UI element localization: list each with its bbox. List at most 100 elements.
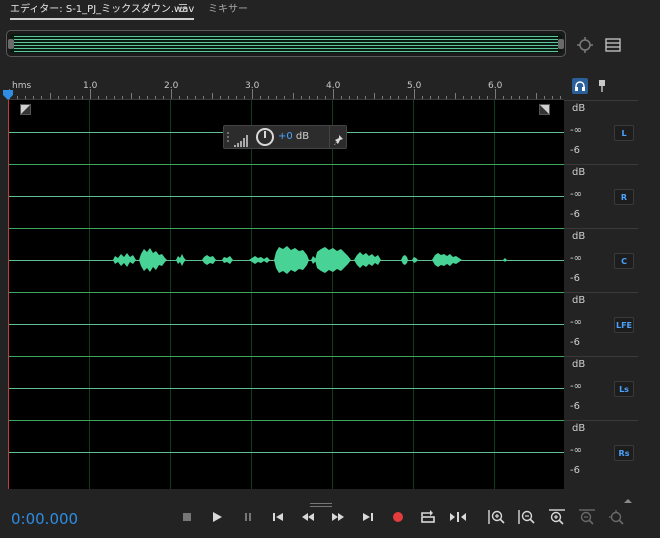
db-minus6-label: -6 xyxy=(570,465,580,476)
ruler-tick xyxy=(373,93,375,99)
ruler-tick xyxy=(235,96,237,99)
channel-divider xyxy=(8,164,564,165)
panel-menu-icon[interactable]: ☰ xyxy=(178,1,188,19)
playhead-marker-icon[interactable] xyxy=(2,86,14,100)
channel-Ls: dB -∞ -6 Ls xyxy=(564,356,638,420)
overview-channel-line xyxy=(14,39,558,40)
ruler-tick xyxy=(195,96,197,99)
volume-knob[interactable] xyxy=(256,128,274,146)
channel-R: dB -∞ -6 R xyxy=(564,164,638,228)
grid-line xyxy=(332,100,333,489)
db-label: dB xyxy=(572,359,586,370)
hud-grip-icon[interactable] xyxy=(226,130,230,146)
audio-editor: エディター: S-1_PJ_ミックスダウン.wav ☰ ミキサー hms 1.0… xyxy=(0,0,660,538)
ruler-tick xyxy=(49,93,51,99)
zoom-in-amplitude-icon[interactable] xyxy=(487,507,507,527)
db-label: dB xyxy=(572,167,586,178)
zoom-selection-icon[interactable] xyxy=(607,507,627,527)
ruler-tick xyxy=(535,93,537,99)
channel-toggle-R[interactable]: R xyxy=(614,189,634,205)
vertical-scroll-arrow-icon[interactable] xyxy=(618,490,638,503)
go-to-end-button[interactable] xyxy=(358,507,378,527)
record-button[interactable] xyxy=(388,507,408,527)
tab-mixer[interactable]: ミキサー xyxy=(208,2,248,20)
pin-icon[interactable] xyxy=(334,131,344,145)
channel-divider xyxy=(8,356,564,357)
db-inf-label: -∞ xyxy=(570,317,582,328)
stop-button[interactable] xyxy=(177,507,197,527)
ruler-tick xyxy=(106,96,108,99)
ruler-tick xyxy=(122,96,124,99)
level-bars-icon xyxy=(234,132,250,147)
rewind-button[interactable] xyxy=(298,507,318,527)
list-view-icon[interactable] xyxy=(604,36,622,54)
hud-divider xyxy=(329,126,330,148)
channel-toggle-C[interactable]: C xyxy=(614,253,634,269)
ruler-tick xyxy=(130,93,132,99)
ruler-tick xyxy=(211,93,213,99)
volume-hud[interactable]: +0 dB xyxy=(223,125,347,149)
ruler-label: hms xyxy=(12,81,32,91)
tab-editor[interactable]: エディター: S-1_PJ_ミックスダウン.wav xyxy=(10,2,195,20)
channel-toggle-L[interactable]: L xyxy=(614,125,634,141)
time-ruler[interactable]: hms 1.0 2.0 3.0 4.0 5.0 6.0 xyxy=(8,76,564,100)
panel-tab-bar: エディター: S-1_PJ_ミックスダウン.wav ☰ ミキサー xyxy=(0,0,660,22)
overview-channel-line xyxy=(14,48,558,49)
ruler-tick xyxy=(268,96,270,99)
fade-in-handle[interactable] xyxy=(20,104,31,115)
fast-forward-button[interactable] xyxy=(328,507,348,527)
overview-navigator[interactable] xyxy=(6,30,566,57)
play-button[interactable] xyxy=(207,507,227,527)
overview-channel-line xyxy=(14,42,558,43)
ruler-tick xyxy=(300,96,302,99)
ruler-tick xyxy=(284,96,286,99)
meter-pin-icon[interactable] xyxy=(596,78,608,94)
volume-unit: dB xyxy=(292,131,310,142)
channel-C: dB -∞ -6 C xyxy=(564,228,638,292)
pause-button[interactable] xyxy=(238,507,258,527)
ruler-tick xyxy=(446,96,448,99)
grid-line xyxy=(170,100,171,489)
fade-out-handle[interactable] xyxy=(539,104,550,115)
overview-left-handle[interactable] xyxy=(8,39,14,49)
db-label: dB xyxy=(572,295,586,306)
grid-line xyxy=(251,100,252,489)
ruler-tick xyxy=(292,93,294,99)
volume-value[interactable]: +0 dB xyxy=(278,131,309,142)
ruler-tick xyxy=(90,89,91,99)
ruler-tick xyxy=(470,96,472,99)
ruler-tick xyxy=(57,96,59,99)
current-time-display[interactable]: 0:00.000 xyxy=(11,510,78,528)
db-label: dB xyxy=(572,231,586,242)
go-to-start-button[interactable] xyxy=(268,507,288,527)
channel-toggle-Ls[interactable]: Ls xyxy=(614,381,634,397)
db-label: dB xyxy=(572,423,586,434)
zoom-out-amplitude-icon[interactable] xyxy=(517,507,537,527)
db-minus6-label: -6 xyxy=(570,401,580,412)
channel-toggle-Rs[interactable]: Rs xyxy=(614,445,634,461)
waveform-display[interactable] xyxy=(8,100,564,489)
headphone-icon[interactable] xyxy=(572,78,588,94)
ruler-tick xyxy=(98,96,100,99)
grid-line xyxy=(494,100,495,489)
channel-Rs: dB -∞ -6 Rs xyxy=(564,420,638,484)
scroll-grip-icon[interactable] xyxy=(310,492,332,507)
ruler-tick xyxy=(146,96,148,99)
channel-center-line xyxy=(8,324,564,325)
horizontal-scrollbar[interactable] xyxy=(8,489,564,507)
ruler-tick xyxy=(25,96,27,99)
channel-divider xyxy=(8,292,564,293)
ruler-tick xyxy=(349,96,351,99)
zoom-navigator-icon[interactable] xyxy=(576,36,594,54)
center-channel-waveform xyxy=(113,246,507,274)
ruler-tick xyxy=(260,96,262,99)
loop-button[interactable] xyxy=(418,507,438,527)
playhead-line xyxy=(8,100,9,489)
channel-toggle-LFE[interactable]: LFE xyxy=(614,317,634,333)
ruler-tick xyxy=(316,96,318,99)
overview-right-handle[interactable] xyxy=(558,39,564,49)
zoom-out-time-icon[interactable] xyxy=(577,507,597,527)
db-inf-label: -∞ xyxy=(570,253,582,264)
skip-button[interactable] xyxy=(448,507,468,527)
zoom-in-time-icon[interactable] xyxy=(547,507,567,527)
